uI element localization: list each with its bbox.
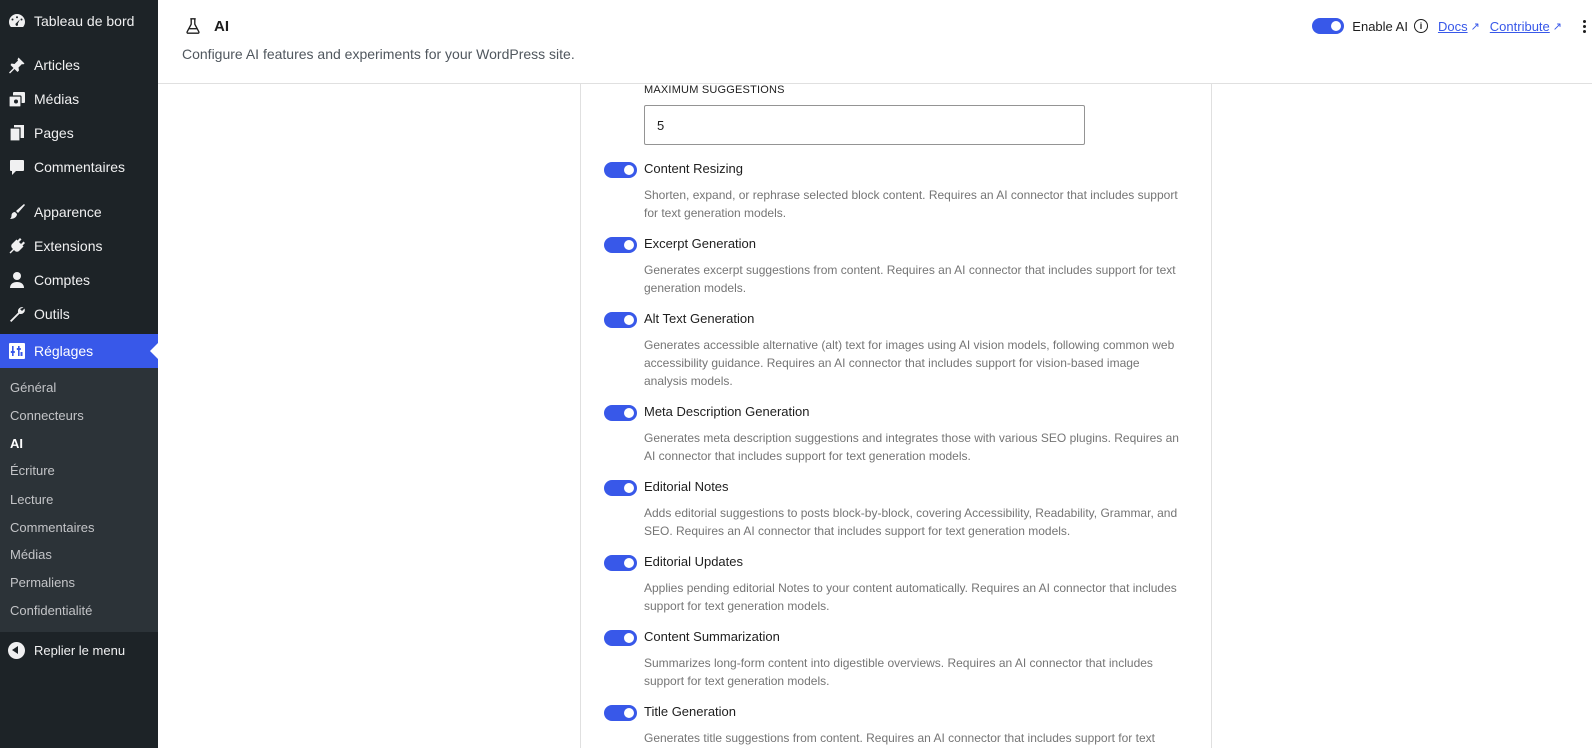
- max-suggestions-input[interactable]: [644, 105, 1085, 145]
- menu-item-extensions[interactable]: Extensions: [0, 229, 158, 263]
- settings-panel: MAXIMUM SUGGESTIONS Content Resizing Sho…: [580, 84, 1212, 748]
- feature-description: Generates excerpt suggestions from conte…: [644, 263, 1176, 295]
- dashboard-icon: [7, 11, 27, 31]
- menu-label: Médias: [34, 91, 80, 107]
- submenu-item-permaliens[interactable]: Permaliens: [10, 575, 75, 590]
- header-actions: Enable AI i Docs ↗ Contribute ↗: [1312, 14, 1592, 38]
- feature-toggle[interactable]: [604, 405, 637, 421]
- submenu-item-general[interactable]: Général: [10, 380, 56, 395]
- menu-label: Outils: [34, 306, 70, 322]
- submenu-item-connecteurs[interactable]: Connecteurs: [10, 408, 84, 423]
- menu-label: Tableau de bord: [34, 13, 135, 29]
- feature-description: Generates accessible alternative (alt) t…: [644, 338, 1175, 388]
- menu-label: Commentaires: [34, 159, 126, 175]
- menu-item-medias[interactable]: Médias: [0, 82, 158, 116]
- flask-icon: [184, 17, 202, 40]
- menu-label: Articles: [34, 57, 80, 73]
- feature-toggle[interactable]: [604, 480, 637, 496]
- menu-label: Pages: [34, 125, 74, 141]
- feature-toggle[interactable]: [604, 705, 637, 721]
- collapse-menu-button[interactable]: Replier le menu: [0, 635, 158, 665]
- collapse-arrow-icon: [8, 641, 25, 659]
- brush-icon: [7, 202, 27, 222]
- feature-title: Alt Text Generation: [644, 311, 755, 326]
- menu-label: Apparence: [34, 204, 102, 220]
- media-icon: [7, 89, 27, 109]
- feature-toggle[interactable]: [604, 555, 637, 571]
- admin-sidebar: Tableau de bord Articles Médias Pages Co…: [0, 0, 158, 748]
- settings-icon: [7, 341, 27, 361]
- collapse-label: Replier le menu: [34, 642, 126, 658]
- docs-label: Docs: [1437, 18, 1468, 34]
- feature-description: Summarizes long-form content into digest…: [644, 656, 1153, 688]
- page-title: AI: [214, 18, 229, 35]
- submenu-item-medias[interactable]: Médias: [10, 547, 52, 562]
- feature-description: Shorten, expand, or rephrase selected bl…: [644, 188, 1178, 220]
- submenu-item-lecture[interactable]: Lecture: [10, 492, 53, 507]
- feature-title: Editorial Notes: [644, 479, 729, 494]
- feature-title: Meta Description Generation: [644, 404, 810, 419]
- submenu-item-confidentialite[interactable]: Confidentialité: [10, 603, 92, 618]
- info-icon[interactable]: i: [1413, 19, 1428, 33]
- external-link-icon: ↗: [1552, 20, 1562, 33]
- plugin-icon: [7, 236, 27, 256]
- feature-title: Content Summarization: [644, 629, 780, 644]
- more-options-icon[interactable]: [1576, 19, 1592, 33]
- menu-item-comptes[interactable]: Comptes: [0, 263, 158, 297]
- contribute-label: Contribute: [1489, 18, 1550, 34]
- external-link-icon: ↗: [1470, 20, 1480, 33]
- feature-description: Adds editorial suggestions to posts bloc…: [644, 506, 1178, 538]
- menu-item-commentaires[interactable]: Commentaires: [0, 150, 158, 184]
- menu-item-dashboard[interactable]: Tableau de bord: [0, 4, 158, 38]
- feature-toggle[interactable]: [604, 162, 637, 178]
- menu-item-apparence[interactable]: Apparence: [0, 195, 158, 229]
- docs-link[interactable]: Docs: [1438, 19, 1468, 34]
- menu-label: Comptes: [34, 272, 91, 288]
- feature-title: Editorial Updates: [644, 554, 743, 569]
- feature-toggle[interactable]: [604, 237, 637, 253]
- menu-label: Réglages: [34, 343, 94, 359]
- user-icon: [7, 270, 27, 290]
- menu-item-reglages[interactable]: Réglages: [0, 334, 158, 368]
- menu-label: Extensions: [34, 238, 103, 254]
- feature-toggle[interactable]: [604, 630, 637, 646]
- submenu-item-ecriture[interactable]: Écriture: [10, 463, 55, 478]
- feature-title: Excerpt Generation: [644, 236, 757, 251]
- enable-ai-label: Enable AI: [1352, 18, 1408, 34]
- feature-description: Generates meta description suggestions a…: [644, 431, 1179, 463]
- enable-ai-toggle[interactable]: [1312, 18, 1345, 34]
- page-description: Configure AI features and experiments fo…: [182, 46, 575, 62]
- submenu-item-commentaires[interactable]: Commentaires: [10, 520, 95, 535]
- submenu-item-ai[interactable]: AI: [10, 436, 23, 451]
- settings-submenu: Général Connecteurs AI Écriture Lecture …: [0, 368, 158, 632]
- comment-icon: [7, 157, 27, 177]
- menu-item-articles[interactable]: Articles: [0, 48, 158, 82]
- pages-icon: [7, 123, 27, 143]
- wrench-icon: [7, 304, 27, 324]
- menu-item-pages[interactable]: Pages: [0, 116, 158, 150]
- menu-item-outils[interactable]: Outils: [0, 297, 158, 331]
- feature-description: Applies pending editorial Notes to your …: [644, 581, 1177, 613]
- max-suggestions-label: MAXIMUM SUGGESTIONS: [644, 84, 785, 96]
- pin-icon: [7, 55, 27, 75]
- feature-title: Title Generation: [644, 704, 737, 719]
- feature-title: Content Resizing: [644, 161, 743, 176]
- feature-description: Generates title suggestions from content…: [644, 731, 1155, 745]
- page-header: AI Configure AI features and experiments…: [158, 0, 1592, 84]
- contribute-link[interactable]: Contribute: [1490, 19, 1550, 34]
- feature-toggle[interactable]: [604, 312, 637, 328]
